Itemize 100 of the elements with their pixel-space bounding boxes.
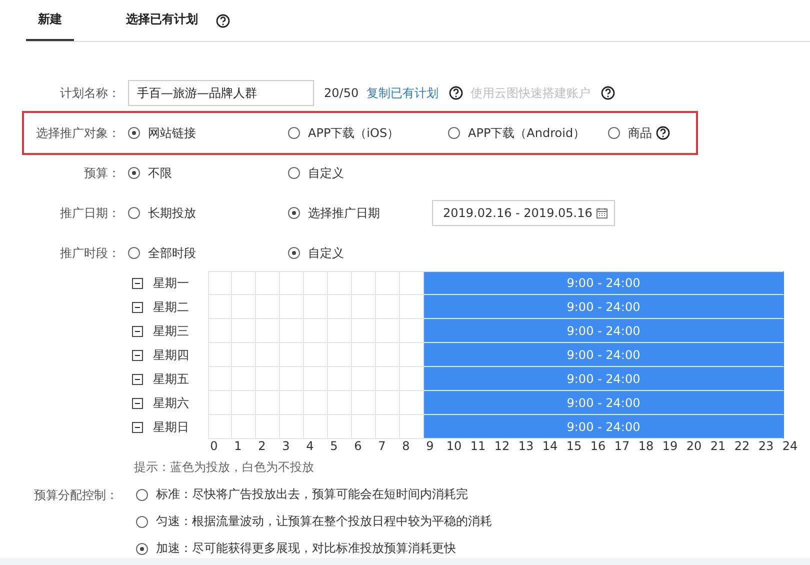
time-cell[interactable] [256, 415, 280, 439]
link[interactable]: 复制已有计划 [366, 84, 439, 102]
radio-option[interactable]: 自定义 [288, 164, 344, 182]
checkbox[interactable] [132, 302, 143, 312]
time-cell[interactable] [400, 391, 424, 415]
radio-option[interactable]: 选择推广日期 [288, 204, 380, 222]
time-cell[interactable] [304, 415, 328, 439]
time-cell[interactable] [232, 271, 256, 295]
time-cell[interactable] [400, 415, 424, 439]
time-cell[interactable] [328, 343, 352, 367]
time-cell[interactable] [328, 415, 352, 439]
time-cell[interactable] [376, 319, 400, 343]
time-cell[interactable] [280, 415, 304, 439]
time-cell[interactable] [352, 295, 376, 319]
radio-option[interactable]: 标准：尽快将广告投放出去，预算可能会在短时间内消耗完 [136, 486, 468, 503]
radio-option[interactable]: 商品 [608, 124, 652, 142]
time-cell[interactable] [376, 295, 400, 319]
time-cell[interactable] [208, 391, 232, 415]
day-label: 星期二 [153, 298, 189, 316]
time-cell[interactable] [256, 391, 280, 415]
help-icon[interactable] [656, 126, 670, 140]
time-cell[interactable] [328, 367, 352, 391]
time-cell[interactable] [304, 295, 328, 319]
hour-label: 19 [661, 439, 679, 455]
time-cell[interactable] [208, 271, 232, 295]
time-cell[interactable] [304, 367, 328, 391]
time-cell[interactable] [232, 391, 256, 415]
time-cell[interactable] [208, 367, 232, 391]
time-cell[interactable] [232, 295, 256, 319]
time-cell[interactable] [232, 343, 256, 367]
time-cell[interactable] [256, 319, 280, 343]
tab[interactable]: 新建 [26, 0, 74, 41]
radio-option[interactable]: APP下载（iOS） [288, 124, 400, 142]
hour-label: 22 [733, 439, 751, 455]
time-cell[interactable] [304, 319, 328, 343]
time-cell[interactable] [400, 343, 424, 367]
time-cell[interactable] [280, 367, 304, 391]
time-cell[interactable] [280, 391, 304, 415]
time-cell[interactable] [304, 391, 328, 415]
checkbox[interactable] [132, 398, 143, 408]
time-cell[interactable] [256, 367, 280, 391]
radio-option[interactable]: 不限 [128, 164, 172, 182]
hour-label: 0 [209, 439, 219, 455]
time-cell[interactable] [280, 271, 304, 295]
checkbox[interactable] [132, 278, 143, 288]
time-cell[interactable] [256, 343, 280, 367]
radio-option[interactable]: 自定义 [288, 244, 344, 262]
time-cell[interactable] [208, 415, 232, 439]
time-cell[interactable] [376, 367, 400, 391]
time-cell[interactable] [304, 343, 328, 367]
time-cell[interactable] [208, 319, 232, 343]
checkbox[interactable] [132, 350, 143, 360]
time-cell[interactable] [400, 295, 424, 319]
time-cell[interactable] [352, 271, 376, 295]
radio-option[interactable]: 加速：尽可能获得更多展现，对比标准投放预算消耗更快 [136, 540, 456, 557]
time-cell[interactable] [232, 319, 256, 343]
time-cell[interactable] [376, 415, 400, 439]
radio-option[interactable]: 网站链接 [128, 124, 196, 142]
date-field[interactable]: 2019.02.16 - 2019.05.16 [432, 200, 616, 226]
time-cell[interactable] [304, 271, 328, 295]
time-cell[interactable] [352, 391, 376, 415]
time-cell[interactable] [232, 367, 256, 391]
time-cell[interactable] [208, 295, 232, 319]
time-cell[interactable] [256, 295, 280, 319]
radio-option[interactable]: 匀速：根据流量波动，让预算在整个投放日程中较为平稳的消耗 [136, 513, 492, 530]
help-icon[interactable] [216, 14, 230, 28]
time-cell[interactable] [352, 319, 376, 343]
time-cell[interactable] [352, 343, 376, 367]
radio-option[interactable]: APP下载（Android） [448, 124, 586, 142]
radio-option[interactable]: 全部时段 [128, 244, 196, 262]
hour-label: 14 [541, 439, 559, 455]
radio-option[interactable]: 长期投放 [128, 204, 196, 222]
time-cell[interactable] [256, 271, 280, 295]
time-cell[interactable] [328, 271, 352, 295]
time-cell[interactable] [208, 343, 232, 367]
time-cell[interactable] [352, 415, 376, 439]
checkbox[interactable] [132, 326, 143, 336]
hour-label: 16 [589, 439, 607, 455]
time-cell[interactable] [400, 271, 424, 295]
time-cell[interactable] [400, 319, 424, 343]
time-cell[interactable] [328, 319, 352, 343]
checkbox[interactable] [132, 374, 143, 384]
time-cell[interactable] [376, 271, 400, 295]
help-icon[interactable] [448, 86, 463, 100]
time-cell[interactable] [280, 295, 304, 319]
time-cell[interactable] [232, 415, 256, 439]
time-cell[interactable] [328, 391, 352, 415]
help-icon[interactable] [600, 86, 615, 100]
time-cell[interactable] [376, 343, 400, 367]
hour-label: 7 [377, 439, 387, 455]
checkbox[interactable] [132, 422, 143, 432]
time-cell[interactable] [280, 343, 304, 367]
time-cell[interactable] [280, 319, 304, 343]
time-cell[interactable] [376, 391, 400, 415]
time-cell[interactable] [328, 295, 352, 319]
time-cell[interactable] [400, 367, 424, 391]
time-cell[interactable] [352, 367, 376, 391]
hour-label: 17 [613, 439, 631, 455]
tab[interactable]: 选择已有计划 [114, 0, 210, 41]
input-field[interactable]: 手百—旅游—品牌人群 [128, 80, 314, 106]
